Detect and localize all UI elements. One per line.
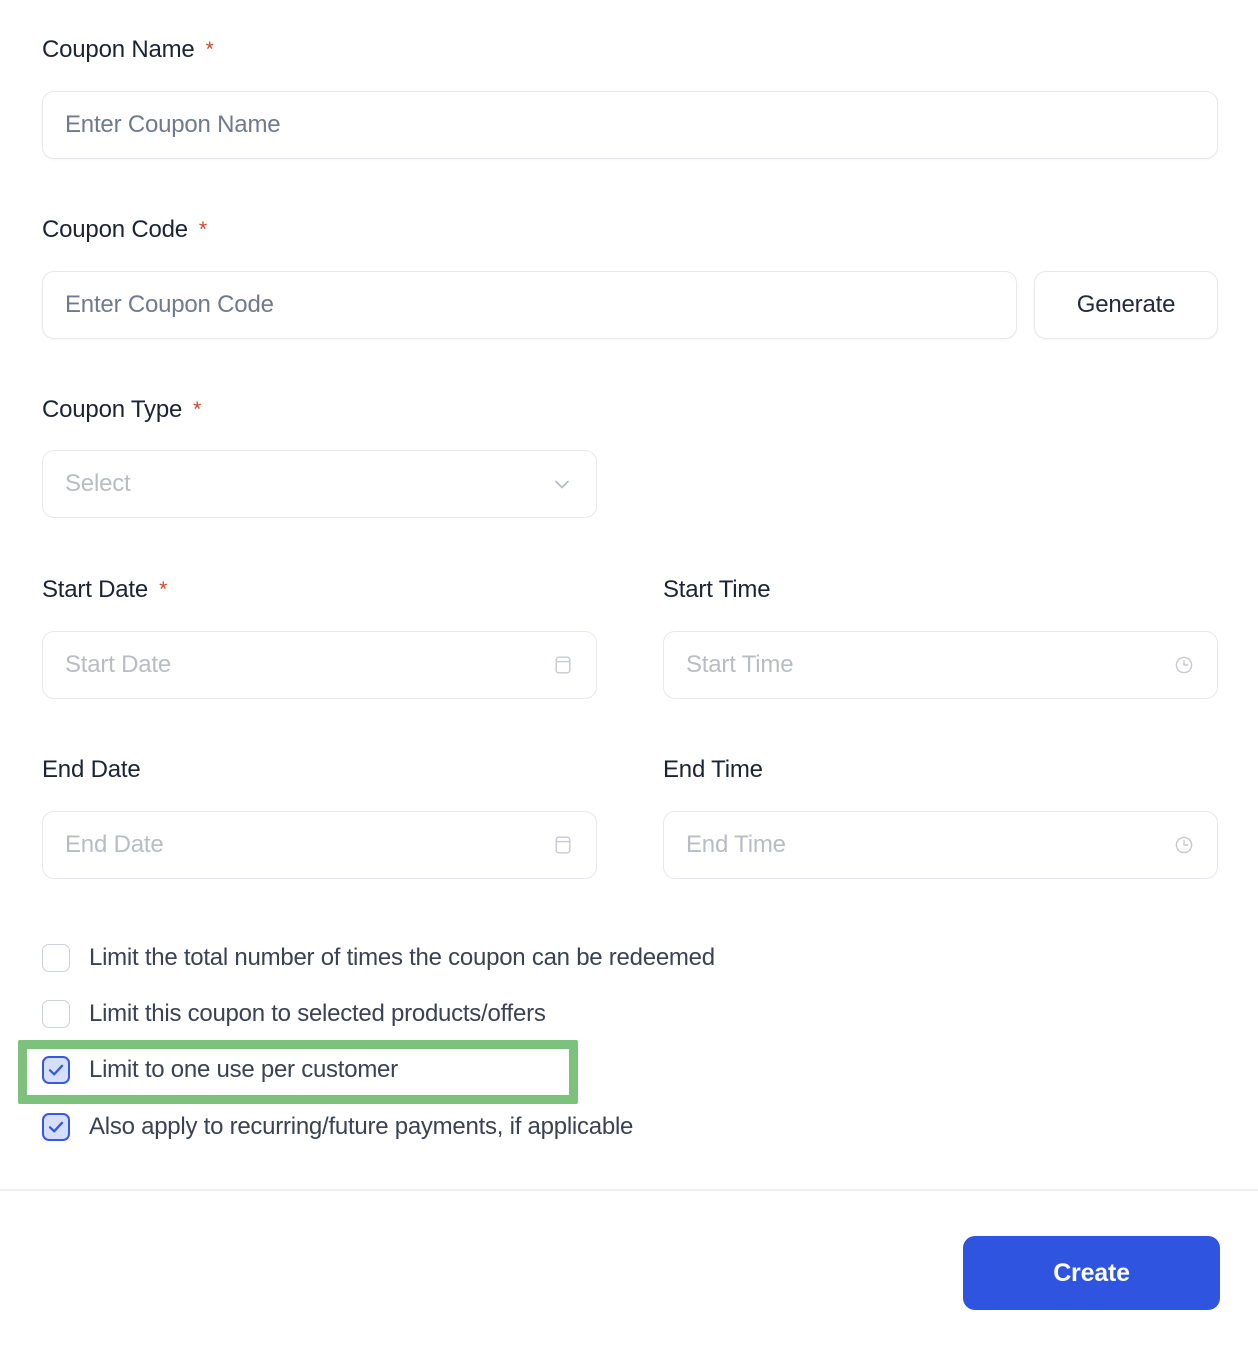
coupon-type-label-text: Coupon Type xyxy=(42,396,183,423)
start-time-placeholder: Start Time xyxy=(686,651,794,678)
coupon-name-label-text: Coupon Name xyxy=(42,36,195,63)
coupon-type-select[interactable]: Select xyxy=(42,450,597,518)
coupon-form: Coupon Name * Enter Coupon Name Coupon Co… xyxy=(0,0,1258,1190)
end-date-label-text: End Date xyxy=(42,756,141,783)
start-date-input[interactable]: Start Date xyxy=(42,631,597,699)
checkbox-label: Also apply to recurring/future payments,… xyxy=(89,1113,634,1140)
required-asterisk: * xyxy=(159,578,168,601)
checkbox-row-limit-products-offers[interactable]: Limit this coupon to selected products/o… xyxy=(42,997,546,1031)
end-time-label: End Time xyxy=(663,758,763,782)
end-time-placeholder: End Time xyxy=(686,831,786,858)
end-time-input[interactable]: End Time xyxy=(663,811,1218,879)
create-button[interactable]: Create xyxy=(963,1236,1220,1310)
end-date-placeholder: End Date xyxy=(65,831,164,858)
coupon-type-placeholder: Select xyxy=(65,470,131,497)
create-button-label: Create xyxy=(1053,1258,1130,1287)
checkbox-apply-recurring-payments[interactable] xyxy=(42,1113,70,1141)
checkbox-row-apply-recurring-payments[interactable]: Also apply to recurring/future payments,… xyxy=(42,1110,633,1144)
checkbox-label: Limit the total number of times the coup… xyxy=(89,944,715,971)
coupon-code-input[interactable]: Enter Coupon Code xyxy=(42,271,1017,339)
checkbox-limit-products-offers[interactable] xyxy=(42,1000,70,1028)
checkbox-row-limit-one-use-per-customer[interactable]: Limit to one use per customer xyxy=(42,1053,398,1087)
end-time-label-text: End Time xyxy=(663,756,763,783)
chevron-down-icon[interactable] xyxy=(550,472,574,496)
required-asterisk: * xyxy=(193,398,202,421)
coupon-code-placeholder: Enter Coupon Code xyxy=(65,291,274,318)
calendar-icon[interactable] xyxy=(552,654,574,676)
clock-icon[interactable] xyxy=(1173,834,1195,856)
footer-divider xyxy=(0,1189,1258,1191)
generate-code-button[interactable]: Generate xyxy=(1034,271,1218,339)
start-time-label-text: Start Time xyxy=(663,576,771,603)
required-asterisk: * xyxy=(205,38,214,61)
end-date-input[interactable]: End Date xyxy=(42,811,597,879)
coupon-type-label: Coupon Type * xyxy=(42,398,201,422)
start-date-label-text: Start Date xyxy=(42,576,149,603)
start-date-placeholder: Start Date xyxy=(65,651,172,678)
calendar-icon[interactable] xyxy=(552,834,574,856)
generate-button-label: Generate xyxy=(1076,291,1176,318)
coupon-name-placeholder: Enter Coupon Name xyxy=(65,111,281,138)
checkbox-limit-total-redemptions[interactable] xyxy=(42,944,70,972)
checkbox-label: Limit this coupon to selected products/o… xyxy=(89,1000,546,1027)
checkbox-row-limit-total-redemptions[interactable]: Limit the total number of times the coup… xyxy=(42,941,715,975)
clock-icon[interactable] xyxy=(1173,654,1195,676)
end-date-label: End Date xyxy=(42,756,141,783)
coupon-code-label: Coupon Code * xyxy=(42,218,207,242)
checkbox-label: Limit to one use per customer xyxy=(89,1056,398,1083)
checkbox-limit-one-use-per-customer[interactable] xyxy=(42,1056,70,1084)
required-asterisk: * xyxy=(198,218,207,241)
start-time-input[interactable]: Start Time xyxy=(663,631,1218,699)
coupon-name-input[interactable]: Enter Coupon Name xyxy=(42,91,1218,159)
start-date-label: Start Date * xyxy=(42,578,167,602)
coupon-code-label-text: Coupon Code xyxy=(42,216,188,243)
start-time-label: Start Time xyxy=(663,576,771,603)
coupon-name-label: Coupon Name * xyxy=(42,38,214,62)
